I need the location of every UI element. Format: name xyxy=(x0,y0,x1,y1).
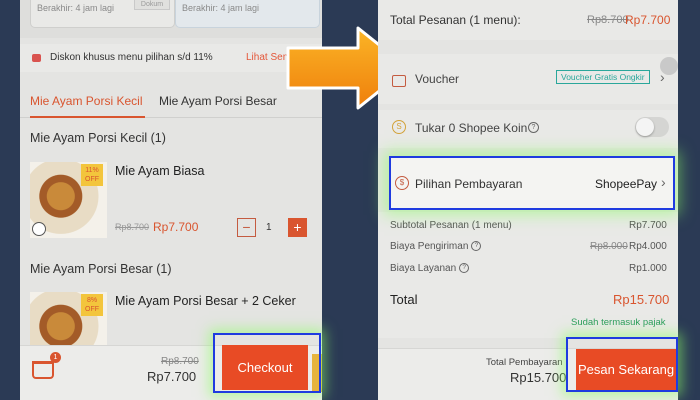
subtotal-label: Subtotal Pesanan (1 menu) xyxy=(390,220,512,231)
shipping-original: Rp8.000 xyxy=(590,241,628,252)
subtotal-value: Rp7.700 xyxy=(629,220,667,231)
service-fee-value: Rp1.000 xyxy=(629,263,667,274)
total-value: Rp15.700 xyxy=(613,292,670,307)
order-now-button[interactable]: Pesan Sekarang xyxy=(576,349,676,390)
discount-badge: 11% OFF xyxy=(81,164,103,186)
menu-tabs: Mie Ayam Porsi Kecil Mie Ayam Porsi Besa… xyxy=(20,88,322,118)
payment-summary: Subtotal Pesanan (1 menu) Rp7.700 Biaya … xyxy=(378,212,678,338)
tag-icon xyxy=(32,54,41,62)
price-original: Rp8.700 xyxy=(115,222,150,232)
price-discounted: Rp7.700 xyxy=(153,220,199,234)
coin-label: Tukar 0 Shopee Koin xyxy=(415,121,528,135)
voucher-icon xyxy=(392,75,406,87)
voucher-strip: Berakhir: 4 jam lagi Dokum Berakhir: 4 j… xyxy=(20,0,322,38)
tax-note: Sudah termasuk pajak xyxy=(571,317,666,328)
chevron-right-icon: › xyxy=(661,174,666,190)
payment-method-label: Pilihan Pembayaran xyxy=(415,177,523,191)
quantity-value: 1 xyxy=(266,222,272,233)
store-logo-icon xyxy=(32,222,46,236)
cart-price-original: Rp8.700 xyxy=(161,356,199,367)
total-payment-label: Total Pembayaran xyxy=(486,357,563,368)
voucher-claim-button[interactable]: Dokum xyxy=(134,0,170,10)
menu-item-image[interactable]: 11% OFF xyxy=(30,162,107,238)
total-label: Total xyxy=(390,292,418,307)
menu-item-name[interactable]: Mie Ayam Porsi Besar + 2 Ceker xyxy=(115,294,296,308)
section-title: Mie Ayam Porsi Besar (1) xyxy=(30,262,172,276)
order-total-value: Rp7.700 xyxy=(625,13,671,27)
voucher-expiry: Berakhir: 4 jam lagi xyxy=(37,3,115,13)
toggle-knob xyxy=(636,118,654,136)
coin-icon: S xyxy=(392,120,406,134)
active-tab-indicator xyxy=(30,116,145,118)
discount-text: Diskon khusus menu pilihan s/d 11% xyxy=(50,52,213,63)
shopee-coin-row: S Tukar 0 Shopee Koin ? xyxy=(378,110,678,148)
voucher-label: Voucher xyxy=(415,72,460,86)
increase-qty-button[interactable]: + xyxy=(288,218,307,237)
tab-porsi-besar[interactable]: Mie Ayam Porsi Besar xyxy=(159,94,277,108)
total-payment-value: Rp15.700 xyxy=(510,370,567,385)
order-total-row: Total Pesanan (1 menu): Rp8.700 Rp7.700 xyxy=(378,0,678,40)
menu-item-name[interactable]: Mie Ayam Biasa xyxy=(115,164,204,178)
basket-count-badge: 1 xyxy=(50,352,61,363)
payment-method-row[interactable]: $ Pilihan Pembayaran ShopeePay › xyxy=(389,156,675,210)
basket-icon[interactable] xyxy=(32,361,54,379)
cart-price-total: Rp7.700 xyxy=(147,369,197,384)
tab-porsi-kecil[interactable]: Mie Ayam Porsi Kecil xyxy=(30,94,142,108)
payment-icon: $ xyxy=(395,176,409,190)
service-fee-label: Biaya Layanan? xyxy=(390,263,470,274)
service-fee-label-text: Biaya Layanan xyxy=(390,263,457,274)
voucher-row[interactable]: Voucher Voucher Gratis Ongkir › xyxy=(378,54,678,104)
help-icon[interactable]: ? xyxy=(528,122,539,133)
order-total-original: Rp8.700 xyxy=(587,14,629,26)
free-shipping-badge: Voucher Gratis Ongkir xyxy=(556,70,650,84)
order-total-label: Total Pesanan (1 menu): xyxy=(390,13,521,27)
section-title: Mie Ayam Porsi Kecil (1) xyxy=(30,131,166,145)
shipping-label: Biaya Pengiriman? xyxy=(390,241,482,252)
help-icon[interactable]: ? xyxy=(459,263,470,274)
decrease-qty-button[interactable]: − xyxy=(237,218,256,237)
chevron-right-icon: › xyxy=(660,69,665,85)
payment-method-value: ShopeePay xyxy=(595,177,658,191)
discount-badge: 8% OFF xyxy=(81,294,103,316)
shipping-value: Rp4.000 xyxy=(629,241,667,252)
checkout-button[interactable]: Checkout xyxy=(222,345,308,390)
coin-toggle[interactable] xyxy=(635,117,669,137)
shipping-label-text: Biaya Pengiriman xyxy=(390,241,469,252)
voucher-card[interactable]: Berakhir: 4 jam lagi Dokum xyxy=(30,0,175,28)
voucher-expiry: Berakhir: 4 jam lagi xyxy=(182,3,260,13)
help-icon[interactable]: ? xyxy=(471,241,482,252)
discount-banner: Diskon khusus menu pilihan s/d 11% Lihat… xyxy=(20,44,322,72)
